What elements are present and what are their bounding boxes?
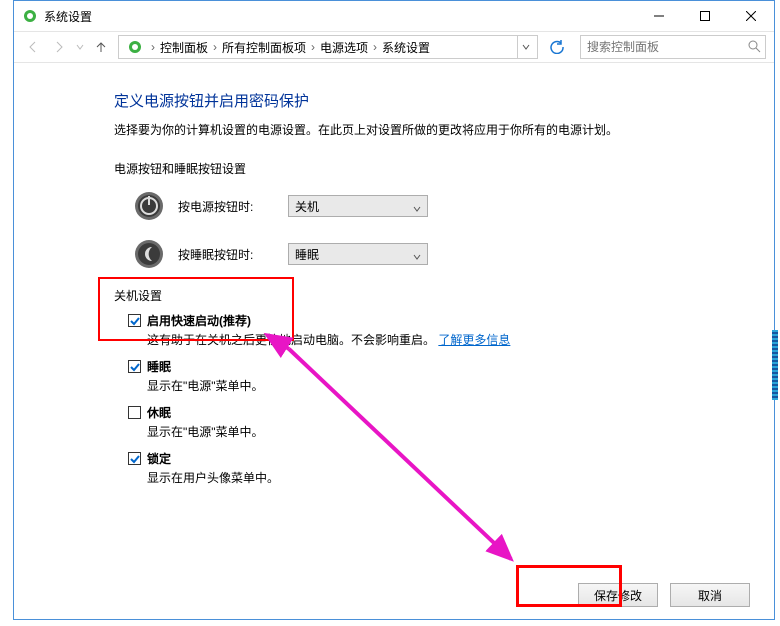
breadcrumb: 控制面板 › 所有控制面板项 › 电源选项 › 系统设置 [159,39,431,56]
sleep-button-dropdown[interactable]: 睡眠 [288,243,428,265]
search-input[interactable] [580,35,766,59]
sleep-option-label: 睡眠 [147,358,171,375]
sleep-button-row: 按睡眠按钮时: 睡眠 [134,239,724,269]
search-box[interactable] [580,35,766,59]
nav-recent-button[interactable] [74,36,86,58]
window-controls [636,1,774,31]
breadcrumb-item[interactable]: 系统设置 [381,39,431,56]
minimize-button[interactable] [636,1,682,31]
scrollbar-indicator [772,330,778,400]
power-button-label: 按电源按钮时: [178,198,288,215]
sleep-checkbox[interactable] [128,360,141,373]
lock-checkbox[interactable] [128,452,141,465]
learn-more-link[interactable]: 了解更多信息 [438,333,510,347]
chevron-down-icon [413,202,421,216]
power-button-dropdown[interactable]: 关机 [288,195,428,217]
lock-option-label: 锁定 [147,450,171,467]
hibernate-checkbox[interactable] [128,406,141,419]
control-panel-icon [127,39,143,55]
footer-buttons: 保存修改 取消 [578,583,750,607]
search-icon [747,39,761,56]
sleep-button-label: 按睡眠按钮时: [178,246,288,263]
cancel-button[interactable]: 取消 [670,583,750,607]
nav-forward-button[interactable] [48,36,70,58]
hibernate-option: 休眠 显示在"电源"菜单中。 [128,404,724,440]
power-icon [134,191,164,221]
address-bar[interactable]: › 控制面板 › 所有控制面板项 › 电源选项 › 系统设置 [118,35,538,59]
page-description: 选择要为你的计算机设置的电源设置。在此页上对设置所做的更改将应用于你所有的电源计… [114,121,724,138]
fast-startup-label: 启用快速启动(推荐) [147,312,251,329]
lock-option-sub: 显示在用户头像菜单中。 [147,469,724,486]
section-header-shutdown: 关机设置 [114,287,724,304]
nav-back-button[interactable] [22,36,44,58]
app-icon [22,8,38,24]
fast-startup-option: 启用快速启动(推荐) 这有助于在关机之后更快地启动电脑。不会影响重启。 了解更多… [128,312,724,348]
close-button[interactable] [728,1,774,31]
chevron-right-icon: › [147,40,159,54]
section-header-power-sleep: 电源按钮和睡眠按钮设置 [114,160,724,177]
hibernate-option-label: 休眠 [147,404,171,421]
sleep-icon [134,239,164,269]
chevron-down-icon [413,250,421,264]
system-settings-window: 系统设置 › 控制面板 › 所有控制面板项 [13,0,775,620]
sleep-option-sub: 显示在"电源"菜单中。 [147,377,724,394]
save-button[interactable]: 保存修改 [578,583,658,607]
address-dropdown-button[interactable] [517,36,533,58]
breadcrumb-item[interactable]: 电源选项 [319,39,369,56]
power-button-row: 按电源按钮时: 关机 [134,191,724,221]
content-area: 定义电源按钮并启用密码保护 选择要为你的计算机设置的电源设置。在此页上对设置所做… [14,64,774,619]
navbar: › 控制面板 › 所有控制面板项 › 电源选项 › 系统设置 [14,31,774,63]
maximize-button[interactable] [682,1,728,31]
window-title: 系统设置 [44,8,92,25]
titlebar: 系统设置 [14,1,774,31]
chevron-right-icon: › [307,40,319,54]
chevron-right-icon: › [369,40,381,54]
power-button-value: 关机 [295,198,319,215]
sleep-button-value: 睡眠 [295,246,319,263]
hibernate-option-sub: 显示在"电源"菜单中。 [147,423,724,440]
refresh-button[interactable] [546,36,568,58]
fast-startup-checkbox[interactable] [128,314,141,327]
page-title: 定义电源按钮并启用密码保护 [114,90,724,111]
chevron-right-icon: › [209,40,221,54]
breadcrumb-item[interactable]: 控制面板 [159,39,209,56]
breadcrumb-item[interactable]: 所有控制面板项 [221,39,307,56]
sleep-option: 睡眠 显示在"电源"菜单中。 [128,358,724,394]
fast-startup-sub: 这有助于在关机之后更快地启动电脑。不会影响重启。 了解更多信息 [147,331,724,348]
lock-option: 锁定 显示在用户头像菜单中。 [128,450,724,486]
nav-up-button[interactable] [92,38,110,56]
